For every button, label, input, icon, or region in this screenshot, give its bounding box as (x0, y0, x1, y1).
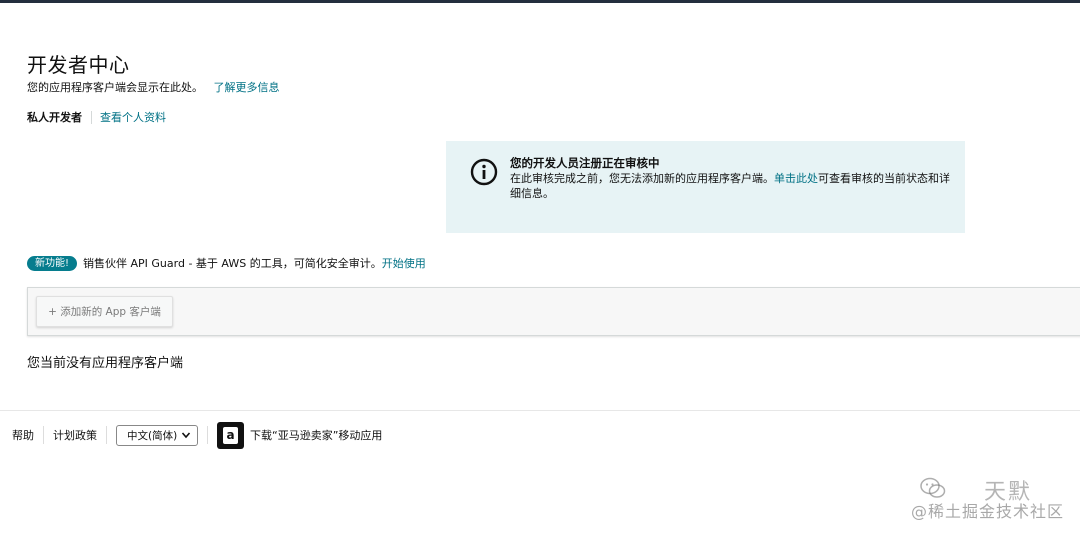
page-title: 开发者中心 (27, 53, 130, 77)
help-link[interactable]: 帮助 (12, 427, 34, 443)
divider (106, 426, 107, 444)
language-value: 中文(简体) (127, 429, 178, 442)
top-border (0, 0, 1080, 3)
info-circle-icon (470, 158, 498, 186)
new-feature-banner: 新功能! 销售伙伴 API Guard - 基于 AWS 的工具，可简化安全审计… (27, 255, 426, 271)
review-status-alert: 您的开发人员注册正在审核中 在此审核完成之前，您无法添加新的应用程序客户端。单击… (446, 141, 965, 233)
alert-heading: 您的开发人员注册正在审核中 (510, 156, 660, 170)
page: 开发者中心 您的应用程序客户端会显示在此处。 了解更多信息 私人开发者 查看个人… (0, 0, 1080, 535)
empty-clients-message: 您当前没有应用程序客户端 (27, 356, 184, 371)
new-feature-text: 销售伙伴 API Guard - 基于 AWS 的工具，可简化安全审计。 (83, 257, 382, 270)
app-clients-panel: + 添加新的 App 客户端 (27, 287, 1080, 336)
divider (91, 110, 92, 124)
alert-body-text: 在此审核完成之前，您无法添加新的应用程序客户端。 (510, 172, 774, 185)
download-app-link[interactable]: 下载“亚马逊卖家”移动应用 (250, 427, 382, 443)
wechat-icon (920, 477, 946, 498)
amazon-seller-app-icon[interactable]: a (217, 421, 244, 449)
click-here-link[interactable]: 单击此处 (774, 172, 818, 185)
learn-more-link[interactable]: 了解更多信息 (214, 81, 280, 94)
get-started-link[interactable]: 开始使用 (382, 255, 426, 271)
divider (207, 426, 208, 444)
footer-divider (0, 410, 1080, 411)
account-type-label: 私人开发者 (27, 111, 82, 124)
watermark-site: @稀土掘金技术社区 (910, 502, 1064, 521)
view-profile-link[interactable]: 查看个人资料 (100, 109, 166, 125)
account-row: 私人开发者 查看个人资料 (27, 109, 166, 125)
footer: 帮助 计划政策 中文(简体) a 下载“亚马逊卖家”移动应用 (12, 420, 382, 450)
new-feature-badge: 新功能! (27, 255, 78, 271)
alert-body: 在此审核完成之前，您无法添加新的应用程序客户端。单击此处可查看审核的当前状态和详… (510, 171, 955, 201)
watermark: 天默 @稀土掘金技术社区 (874, 474, 1064, 524)
add-app-client-button[interactable]: + 添加新的 App 客户端 (36, 296, 173, 327)
language-select[interactable]: 中文(简体) (116, 424, 198, 446)
subtitle-text: 您的应用程序客户端会显示在此处。 (27, 81, 203, 94)
page-subtitle: 您的应用程序客户端会显示在此处。 了解更多信息 (27, 79, 280, 95)
divider (43, 426, 44, 444)
chevron-down-icon (181, 432, 191, 439)
program-policies-link[interactable]: 计划政策 (53, 427, 97, 443)
